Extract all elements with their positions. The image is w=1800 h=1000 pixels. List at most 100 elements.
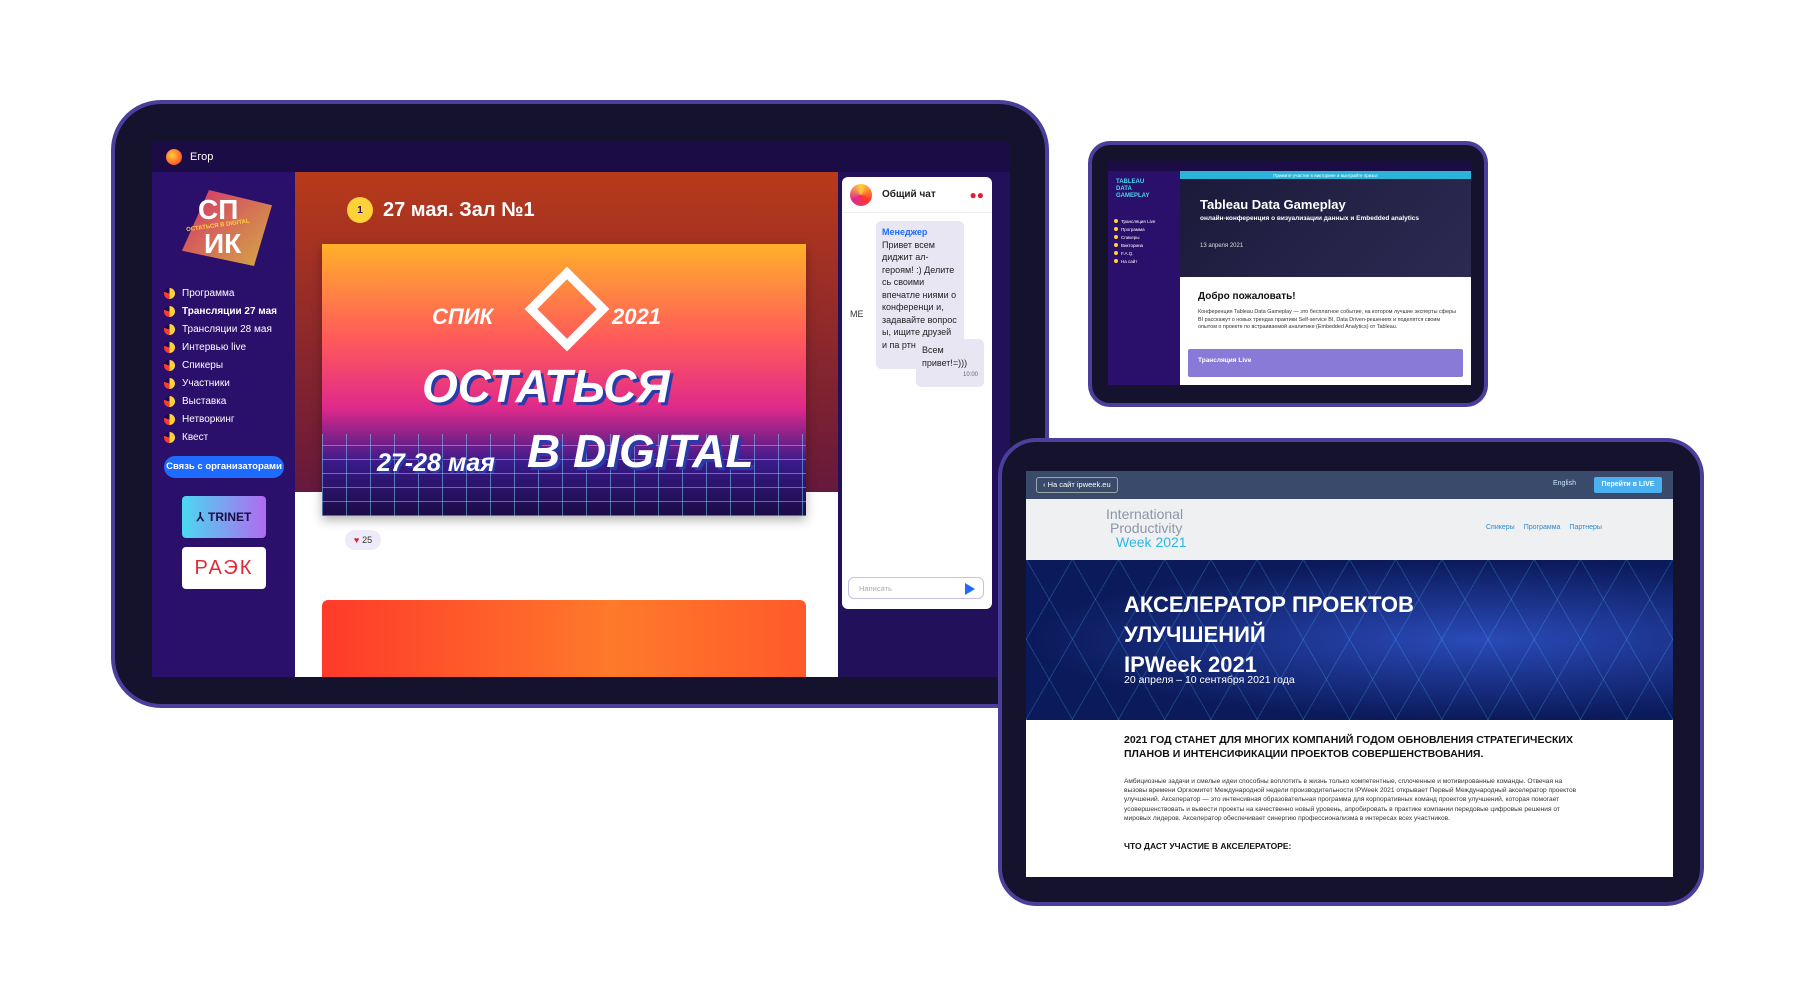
spik-screen: Егор СП ИК ОСТАТЬСЯ В DIGITAL Программа … [152, 142, 1010, 677]
tableau-title: Tableau Data Gameplay [1200, 197, 1346, 212]
message-sender: Менеджер [882, 227, 928, 237]
nav-dot-icon [164, 395, 175, 407]
ipweek-nav: International Productivity Week 2021 Спи… [1026, 499, 1673, 560]
user-name[interactable]: Егор [190, 151, 213, 163]
ipweek-hero: АКСЕЛЕРАТОР ПРОЕКТОВ УЛУЧШЕНИЙ IPWeek 20… [1026, 560, 1673, 720]
welcome-heading: Добро пожаловать! [1198, 291, 1296, 302]
hall-badge: 1 [347, 197, 373, 223]
tableau-nav-item[interactable]: Трансляция Live [1114, 217, 1155, 225]
ipweek-screen: ‹ На сайт ipweek.eu English Перейти в LI… [1026, 471, 1673, 877]
tableau-nav-item[interactable]: Викторина [1114, 241, 1155, 249]
logo-text-bottom: ИК [204, 228, 242, 259]
nav-dot-icon [1114, 251, 1118, 255]
content-subheading: ЧТО ДАСТ УЧАСТИЕ В АКСЕЛЕРАТОРЕ: [1124, 841, 1292, 852]
like-button[interactable]: ♥ 25 [345, 530, 381, 550]
tableau-hero: Tableau Data Gameplay онлайн-конференция… [1180, 179, 1471, 277]
nav-item-speakers[interactable]: Спикеры [164, 356, 277, 374]
nav-dot-icon [1114, 227, 1118, 231]
nav-item-stream-28[interactable]: Трансляции 28 мая [164, 320, 277, 338]
chat-header: Общий чат ●● [842, 177, 992, 213]
like-count: 25 [362, 535, 373, 545]
go-live-button[interactable]: Перейти в LIVE [1594, 477, 1662, 493]
poster-title-2: В DIGITAL [527, 425, 754, 477]
tableau-screen: TABLEAU DATA GAMEPLAY Трансляция Live Пр… [1108, 161, 1471, 385]
poster-dates: 27-28 мая [377, 449, 496, 477]
nav-dot-icon [164, 359, 175, 371]
nav-dot-icon [1114, 219, 1118, 223]
tableau-logo[interactable]: TABLEAU DATA GAMEPLAY [1116, 179, 1150, 200]
nav-dot-icon [164, 305, 175, 317]
poster-brand: СПИК [432, 304, 494, 329]
tableau-nav-item[interactable]: Программа [1114, 225, 1155, 233]
nav-dot-icon [164, 377, 175, 389]
next-stream-poster[interactable] [322, 600, 806, 677]
nav-item-participants[interactable]: Участники [164, 374, 277, 392]
tableau-topbar [1108, 161, 1471, 171]
tableau-subtitle: онлайн-конференция о визуализации данных… [1200, 215, 1419, 222]
nav-dot-icon [1114, 243, 1118, 247]
nav-item-stream-27[interactable]: Трансляции 27 мая [164, 302, 277, 320]
nav-dot-icon [164, 287, 175, 299]
ipweek-logo[interactable]: International Productivity Week 2021 [1106, 507, 1187, 549]
contact-organizers-button[interactable]: Связь с организаторами [164, 456, 284, 478]
hall-header: 1 27 мая. Зал №1 [347, 197, 535, 223]
content-heading: 2021 ГОД СТАНЕТ ДЛЯ МНОГИХ КОМПАНИЙ ГОДО… [1124, 734, 1573, 760]
nav-dot-icon [164, 413, 175, 425]
user-avatar[interactable] [166, 149, 182, 165]
chat-panel: Общий чат ●● Менеджер Привет всем диджит… [842, 177, 992, 609]
chat-logo-icon [850, 183, 872, 206]
content-paragraph: Амбициозные задачи и смелые идеи способн… [1124, 778, 1577, 822]
nav-item-exhibition[interactable]: Выставка [164, 392, 277, 410]
tableau-date: 13 апреля 2021 [1200, 243, 1244, 249]
hall-title: 27 мая. Зал №1 [383, 198, 535, 221]
ipweek-content: 2021 ГОД СТАНЕТ ДЛЯ МНОГИХ КОМПАНИЙ ГОДО… [1124, 733, 1584, 851]
back-to-site-button[interactable]: ‹ На сайт ipweek.eu [1036, 477, 1118, 493]
spik-sidebar: СП ИК ОСТАТЬСЯ В DIGITAL Программа Транс… [152, 172, 295, 677]
trinet-tripod-icon: ⅄ [196, 510, 204, 524]
welcome-text: Конференция Tableau Data Gameplay — это … [1198, 309, 1456, 330]
chat-message-own: Всем привет!=))) 10:00 [916, 339, 984, 387]
ipweek-links: Спикеры Программа Партнеры [1486, 524, 1602, 531]
tableau-nav: Трансляция Live Программа Спикеры Виктор… [1114, 217, 1155, 265]
nav-item-quest[interactable]: Квест [164, 428, 277, 446]
nav-dot-icon [164, 323, 175, 335]
spik-logo[interactable]: СП ИК ОСТАТЬСЯ В DIGITAL [182, 190, 272, 266]
ipweek-title: АКСЕЛЕРАТОР ПРОЕКТОВ УЛУЧШЕНИЙ IPWeek 20… [1124, 592, 1414, 677]
tableau-nav-item[interactable]: F.A.Q. [1114, 249, 1155, 257]
message-time: 10:00 [962, 372, 978, 378]
poster-year: 2021 [612, 304, 661, 329]
tableau-nav-item[interactable]: Спикеры [1114, 233, 1155, 241]
my-avatar-label: МЕ [850, 309, 864, 319]
nav-item-program[interactable]: Программа [164, 284, 277, 302]
link-speakers[interactable]: Спикеры [1486, 524, 1515, 531]
stream-poster[interactable]: СПИК 2021 ОСТАТЬСЯ 27-28 мая В DIGITAL [322, 244, 806, 516]
chat-menu-icon[interactable]: ●● [970, 188, 985, 202]
message-text: Привет всем диджит ал-героям! :) Делите … [882, 239, 957, 350]
nav-dot-icon [164, 341, 175, 353]
spik-topbar: Егор [152, 142, 1010, 172]
heart-icon: ♥ [353, 535, 360, 545]
nav-dot-icon [1114, 235, 1118, 239]
nav-dot-icon [1114, 259, 1118, 263]
link-partners[interactable]: Партнеры [1569, 524, 1602, 531]
chat-title: Общий чат [882, 189, 936, 200]
nav-item-interview[interactable]: Интервью live [164, 338, 277, 356]
nav-item-networking[interactable]: Нетворкинг [164, 410, 277, 428]
send-icon[interactable] [965, 583, 975, 595]
ipweek-dates: 20 апреля – 10 сентября 2021 года [1124, 674, 1295, 686]
nav-dot-icon [164, 431, 175, 443]
welcome-card: Добро пожаловать! Конференция Tableau Da… [1180, 277, 1471, 385]
diamond-logo-icon [524, 266, 610, 352]
spik-nav: Программа Трансляции 27 мая Трансляции 2… [164, 284, 277, 446]
language-switch[interactable]: English [1553, 480, 1576, 487]
sponsor-trinet-logo[interactable]: ⅄ TRINET [182, 496, 266, 538]
live-stream-card[interactable]: Трансляция Live [1188, 349, 1463, 377]
chat-input[interactable]: Написать [848, 577, 984, 599]
tableau-nav-item[interactable]: На сайт [1114, 257, 1155, 265]
poster-title-1: ОСТАТЬСЯ [422, 360, 670, 412]
message-text: Всем привет!=))) [922, 345, 968, 368]
spik-main: 1 27 мая. Зал №1 СПИК 2021 ОСТАТЬСЯ 27-2… [295, 172, 838, 677]
tableau-sidebar: TABLEAU DATA GAMEPLAY Трансляция Live Пр… [1108, 171, 1180, 385]
link-program[interactable]: Программа [1524, 524, 1561, 531]
sponsor-raek-logo[interactable]: РАЭК [182, 547, 266, 589]
